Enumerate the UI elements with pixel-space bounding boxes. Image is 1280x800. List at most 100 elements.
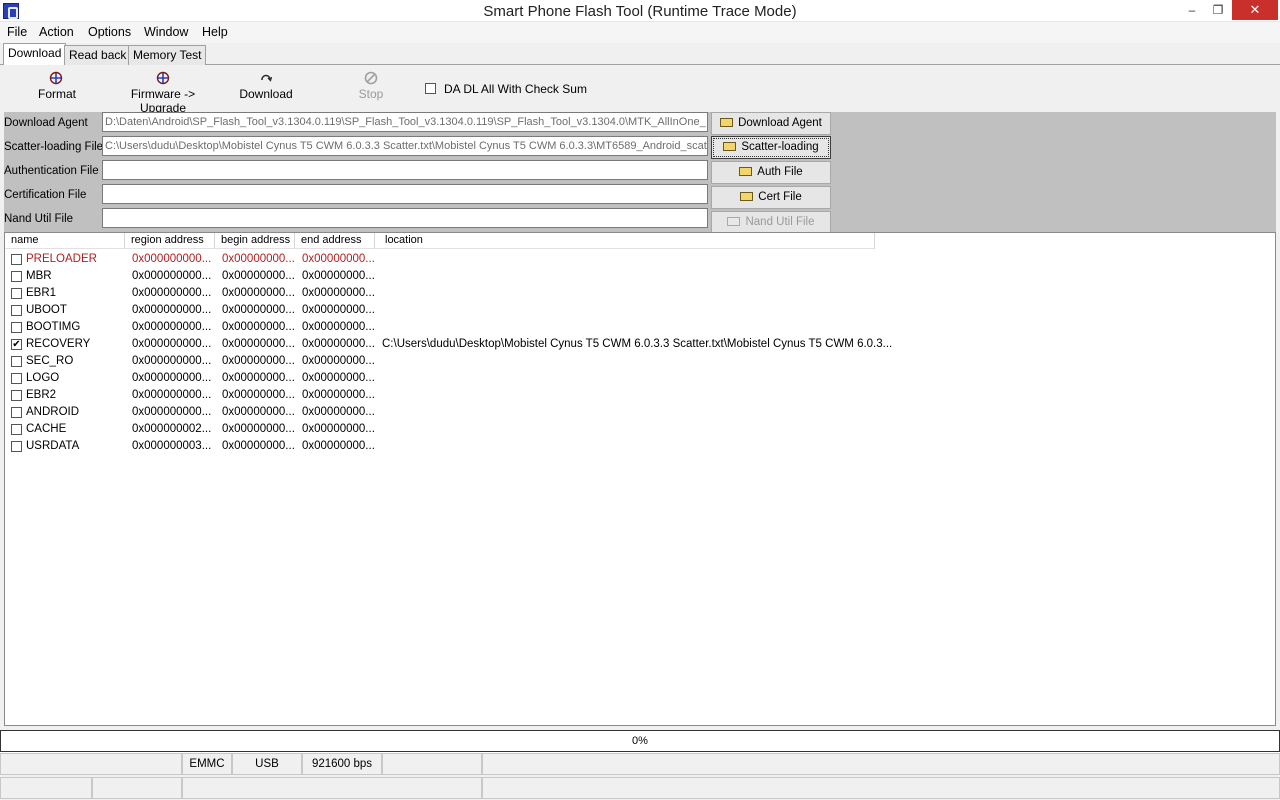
status-cell-empty xyxy=(92,777,182,799)
close-button[interactable]: ✕ xyxy=(1232,0,1278,20)
row-name: LOGO xyxy=(26,372,60,384)
download-agent-button[interactable]: Download Agent xyxy=(711,112,831,135)
row-checkbox[interactable] xyxy=(11,424,22,435)
row-region: 0x000000000... xyxy=(132,253,212,265)
auth-file-label: Authentication File xyxy=(4,165,99,177)
format-label: Format xyxy=(38,87,77,101)
download-panel: Format Firmware -> Upgrade Download Stop… xyxy=(0,65,1280,730)
status-cell-empty xyxy=(182,777,482,799)
table-row[interactable]: EBR1 0x000000000... 0x00000000... 0x0000… xyxy=(5,285,1275,302)
menu-file[interactable]: File xyxy=(7,25,27,39)
table-row[interactable]: ANDROID 0x000000000... 0x00000000... 0x0… xyxy=(5,404,1275,421)
minimize-button[interactable]: ‒ xyxy=(1178,0,1206,20)
tab-read-back[interactable]: Read back xyxy=(64,45,132,65)
table-row[interactable]: EBR2 0x000000000... 0x00000000... 0x0000… xyxy=(5,387,1275,404)
row-region: 0x000000000... xyxy=(132,287,212,299)
format-button[interactable]: Format xyxy=(38,71,77,101)
firmware-upgrade-label: Firmware -> Upgrade xyxy=(130,87,196,115)
row-checkbox[interactable] xyxy=(11,305,22,316)
menu-options[interactable]: Options xyxy=(88,25,131,39)
menu-action[interactable]: Action xyxy=(39,25,74,39)
download-button[interactable]: Download xyxy=(238,71,294,101)
row-end: 0x00000000... xyxy=(302,270,375,282)
table-row[interactable]: ✔ RECOVERY 0x000000000... 0x00000000... … xyxy=(5,336,1275,353)
table-row[interactable]: BOOTIMG 0x000000000... 0x00000000... 0x0… xyxy=(5,319,1275,336)
cert-file-button[interactable]: Cert File xyxy=(711,186,831,209)
cert-file-button-label: Cert File xyxy=(758,191,802,203)
maximize-button[interactable]: ❐ xyxy=(1204,0,1232,20)
row-name: RECOVERY xyxy=(26,338,91,350)
status-port: USB xyxy=(232,753,302,775)
stop-icon xyxy=(364,71,378,85)
row-region: 0x000000000... xyxy=(132,406,212,418)
header-begin-address[interactable]: begin address xyxy=(215,233,295,249)
row-checkbox[interactable] xyxy=(11,407,22,418)
stop-label: Stop xyxy=(358,87,384,101)
menu-window[interactable]: Window xyxy=(144,25,188,39)
status-storage: EMMC xyxy=(182,753,232,775)
tab-strip: Download Read back Memory Test xyxy=(0,43,1280,66)
row-begin: 0x00000000... xyxy=(222,253,295,265)
progress-bar: 0% xyxy=(0,730,1280,752)
header-name[interactable]: name xyxy=(5,233,125,249)
checksum-checkbox[interactable] xyxy=(425,83,436,94)
row-checkbox[interactable] xyxy=(11,356,22,367)
row-checkbox[interactable] xyxy=(11,390,22,401)
menu-help[interactable]: Help xyxy=(202,25,228,39)
download-agent-label: Download Agent xyxy=(4,117,88,129)
cert-file-label: Certification File xyxy=(4,189,87,201)
status-cell-empty xyxy=(0,753,182,775)
header-region-address[interactable]: region address xyxy=(125,233,215,249)
download-label: Download xyxy=(239,87,293,101)
download-agent-field[interactable]: D:\Daten\Android\SP_Flash_Tool_v3.1304.0… xyxy=(102,112,708,132)
row-checkbox[interactable] xyxy=(11,254,22,265)
row-region: 0x000000000... xyxy=(132,372,212,384)
row-name: USRDATA xyxy=(26,440,80,452)
tab-download[interactable]: Download xyxy=(3,43,67,66)
auth-file-field[interactable] xyxy=(102,160,708,180)
nand-util-button[interactable]: Nand Util File xyxy=(711,211,831,234)
nand-file-field[interactable] xyxy=(102,208,708,228)
folder-icon xyxy=(720,118,734,127)
folder-icon xyxy=(739,167,753,176)
scatter-loading-button[interactable]: Scatter-loading xyxy=(711,136,831,159)
tab-memory-test[interactable]: Memory Test xyxy=(128,45,207,65)
row-checkbox[interactable] xyxy=(11,322,22,333)
row-region: 0x000000000... xyxy=(132,270,212,282)
row-region: 0x000000000... xyxy=(132,304,212,316)
row-checkbox[interactable] xyxy=(11,271,22,282)
firmware-upgrade-button[interactable]: Firmware -> Upgrade xyxy=(108,71,218,115)
row-name: CACHE xyxy=(26,423,67,435)
table-row[interactable]: SEC_RO 0x000000000... 0x00000000... 0x00… xyxy=(5,353,1275,370)
row-region: 0x000000000... xyxy=(132,321,212,333)
row-checkbox[interactable]: ✔ xyxy=(11,339,22,350)
table-row[interactable]: CACHE 0x000000002... 0x00000000... 0x000… xyxy=(5,421,1275,438)
row-end: 0x00000000... xyxy=(302,253,375,265)
table-row[interactable]: LOGO 0x000000000... 0x00000000... 0x0000… xyxy=(5,370,1275,387)
file-selection-panel: Download Agent D:\Daten\Android\SP_Flash… xyxy=(4,112,1276,234)
row-name: ANDROID xyxy=(26,406,80,418)
row-begin: 0x00000000... xyxy=(222,406,295,418)
stop-button[interactable]: Stop xyxy=(354,71,388,101)
row-name: EBR1 xyxy=(26,287,57,299)
cert-file-field[interactable] xyxy=(102,184,708,204)
row-name: SEC_RO xyxy=(26,355,74,367)
table-row[interactable]: UBOOT 0x000000000... 0x00000000... 0x000… xyxy=(5,302,1275,319)
auth-file-button[interactable]: Auth File xyxy=(711,161,831,184)
download-icon xyxy=(261,74,273,82)
download-agent-button-label: Download Agent xyxy=(738,117,822,129)
title-bar: Smart Phone Flash Tool (Runtime Trace Mo… xyxy=(0,0,1280,22)
table-row[interactable]: MBR 0x000000000... 0x00000000... 0x00000… xyxy=(5,268,1275,285)
menu-bar: File Action Options Window Help xyxy=(0,22,1280,43)
row-name: PRELOADER xyxy=(26,253,97,265)
header-end-address[interactable]: end address xyxy=(295,233,375,249)
row-checkbox[interactable] xyxy=(11,441,22,452)
row-checkbox[interactable] xyxy=(11,288,22,299)
row-begin: 0x00000000... xyxy=(222,338,295,350)
row-checkbox[interactable] xyxy=(11,373,22,384)
table-row[interactable]: PRELOADER 0x000000000... 0x00000000... 0… xyxy=(5,251,1275,268)
row-name: UBOOT xyxy=(26,304,67,316)
scatter-file-field[interactable]: C:\Users\dudu\Desktop\Mobistel Cynus T5 … xyxy=(102,136,708,156)
table-row[interactable]: USRDATA 0x000000003... 0x00000000... 0x0… xyxy=(5,438,1275,455)
header-location[interactable]: location xyxy=(375,233,875,249)
